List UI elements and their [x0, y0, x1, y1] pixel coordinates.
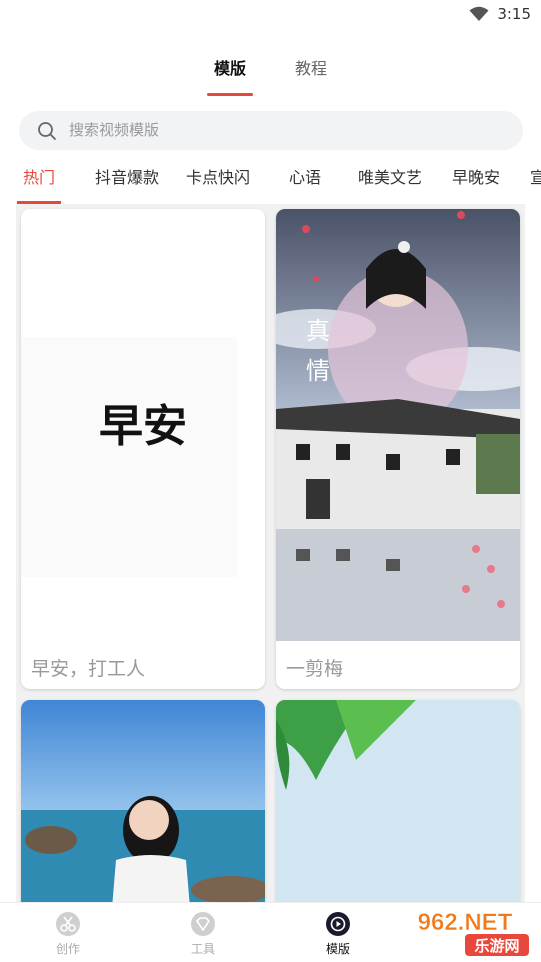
nav-templates[interactable]: 模版: [298, 903, 378, 962]
overlay-text: 真: [306, 317, 330, 345]
category-label: 早晚安: [452, 168, 501, 187]
template-caption: 一剪梅: [286, 658, 344, 680]
nav-label: 工具: [190, 942, 215, 956]
status-time: 3:15: [497, 5, 531, 23]
tab-templates[interactable]: 模版: [207, 56, 253, 96]
category-label: 抖音爆款: [95, 168, 160, 187]
category-hot[interactable]: 热门: [17, 160, 62, 204]
watermark-bottom: 乐游网: [474, 937, 519, 955]
template-thumbnail: 真 情: [276, 209, 520, 641]
template-thumbnail: [21, 700, 265, 904]
play-circle-icon: [326, 912, 350, 936]
nav-label: 模版: [325, 942, 350, 956]
tab-active-underline: [207, 93, 253, 96]
category-label: 卡点快闪: [186, 168, 251, 187]
overlay-text: 情: [306, 357, 330, 385]
category-more[interactable]: 宣: [530, 160, 541, 204]
category-heart[interactable]: 心语: [289, 160, 321, 204]
category-label: 唯美文艺: [358, 168, 423, 187]
tab-templates-label: 模版: [213, 59, 246, 78]
template-grid: 早安 早安，打工人 真 情 一剪梅: [16, 204, 525, 904]
template-card[interactable]: 真 情 一剪梅: [276, 209, 520, 689]
status-bar: 3:15: [0, 0, 541, 30]
tab-tutorials[interactable]: 教程: [288, 56, 334, 96]
category-tabs: 热门 抖音爆款 卡点快闪 心语 唯美文艺 早晚安 宣: [0, 160, 541, 204]
template-thumbnail: [276, 700, 520, 904]
top-tabs: 模版 教程: [0, 56, 541, 96]
category-douyin[interactable]: 抖音爆款: [95, 160, 159, 204]
category-beat[interactable]: 卡点快闪: [186, 160, 250, 204]
template-card[interactable]: 早安 早安，打工人: [21, 209, 265, 689]
category-aesthetic[interactable]: 唯美文艺: [358, 160, 422, 204]
template-thumbnail: 早安: [21, 209, 265, 641]
scissors-icon: [56, 912, 80, 936]
search-bar[interactable]: 搜索视频模版: [19, 111, 523, 150]
category-label: 热门: [23, 168, 56, 187]
nav-label: 创作: [55, 942, 80, 956]
nav-create[interactable]: 创作: [28, 903, 108, 962]
wifi-icon: [469, 6, 489, 21]
watermark-top: 962.NET: [418, 909, 513, 936]
diamond-icon: [191, 912, 215, 936]
category-label: 心语: [289, 168, 322, 187]
overlay-text: 早安: [99, 401, 187, 452]
search-placeholder: 搜索视频模版: [69, 121, 160, 139]
template-card[interactable]: [276, 700, 520, 904]
search-icon: [38, 122, 56, 140]
category-morning-night[interactable]: 早晚安: [452, 160, 500, 204]
template-caption: 早安，打工人: [31, 658, 146, 680]
template-card[interactable]: [21, 700, 265, 904]
category-label: 宣: [530, 168, 541, 187]
nav-tools[interactable]: 工具: [163, 903, 243, 962]
tab-tutorials-label: 教程: [294, 59, 327, 78]
site-watermark: 962.NET 乐游网: [395, 906, 535, 958]
